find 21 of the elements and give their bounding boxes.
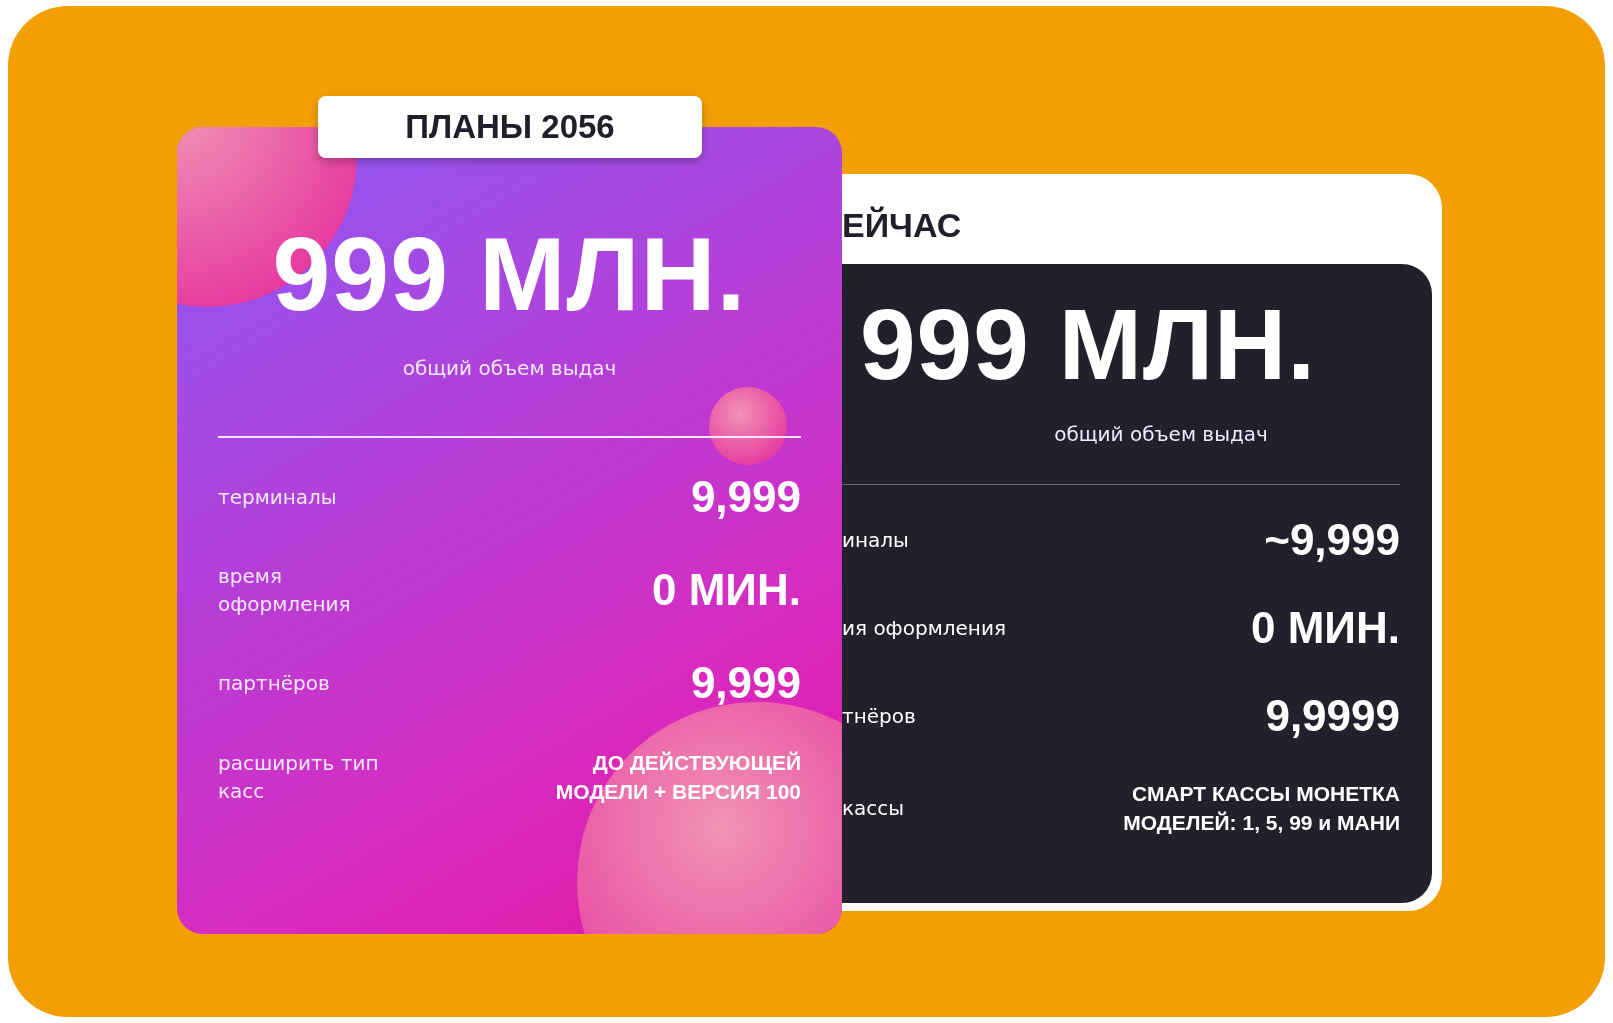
row-label: ия оформления [842, 615, 1006, 642]
row-label: иналы [842, 527, 909, 554]
row-value: 0 МИН. [652, 565, 801, 615]
row-value: СМАРТ КАССЫ МОНЕТКА МОДЕЛЕЙ: 1, 5, 99 и МАНИ [1122, 781, 1400, 837]
caption: общий объем выдач [401, 356, 618, 380]
row-label: терминалы [218, 484, 337, 511]
row-label: партнёров [218, 670, 330, 697]
row-label: время оформления [218, 563, 352, 618]
row-label: кассы [842, 795, 905, 823]
headline: 999 МЛН. [271, 222, 748, 326]
headline: 999 МЛН. [859, 294, 1318, 394]
row-value: ДО ДЕЙСТВУЮЩЕЙ МОДЕЛИ + ВЕРСИЯ 100 [554, 750, 801, 806]
row-label: тнёров [842, 703, 916, 730]
row-value: ~9,999 [1264, 515, 1400, 565]
row-value: 9,999 [690, 472, 801, 522]
row-value: 9,9999 [1265, 691, 1400, 741]
caption: общий объем выдач [1053, 422, 1269, 446]
card-title: ЕЙЧАС [842, 205, 963, 246]
row-value: 0 МИН. [1251, 603, 1400, 653]
row-value: 9,999 [690, 658, 801, 708]
row-label: расширить тип касс [218, 750, 380, 806]
